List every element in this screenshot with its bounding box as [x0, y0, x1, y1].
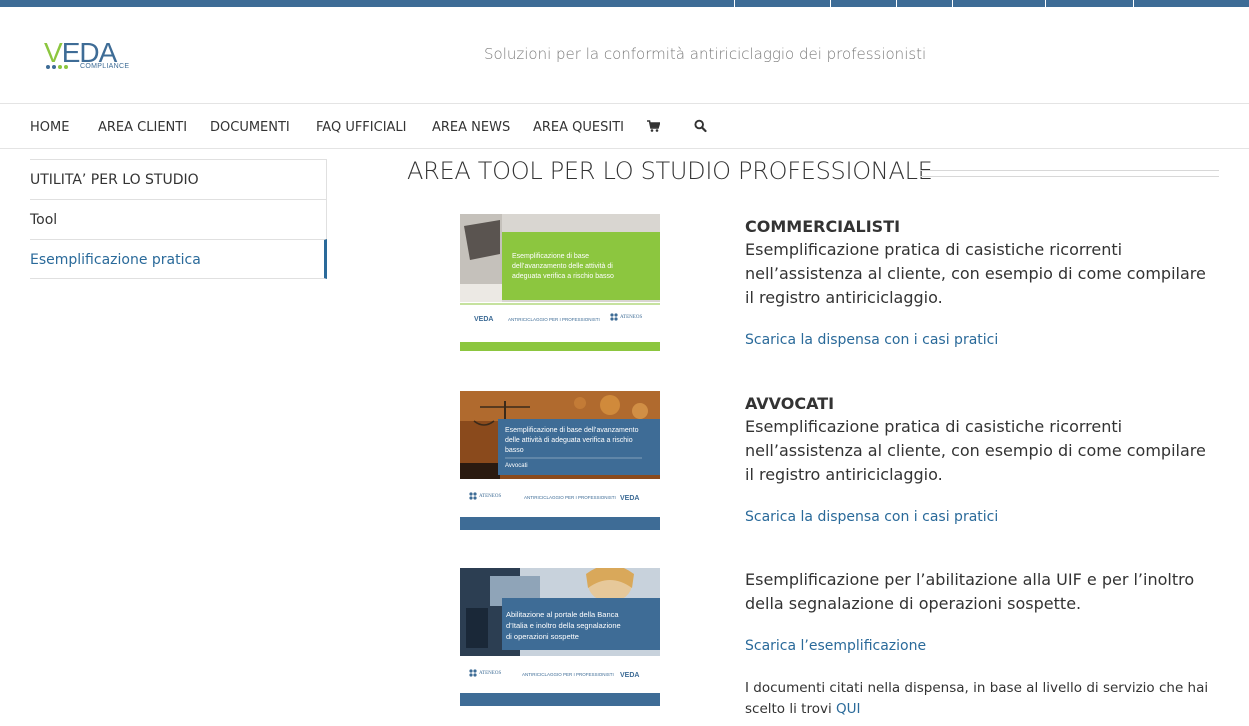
main-nav: HOME AREA CLIENTI DOCUMENTI FAQ UFFICIAL…	[0, 105, 1249, 149]
thumb-text-line: basso	[505, 447, 524, 454]
svg-text:ANTIRICICLAGGIO PER I PROFESSI: ANTIRICICLAGGIO PER I PROFESSIONISTI	[524, 495, 616, 500]
thumbnail-uif[interactable]: Abilitazione al portale della Banca d’It…	[460, 568, 660, 706]
svg-text:ANTIRICICLAGGIO PER I PROFESSI: ANTIRICICLAGGIO PER I PROFESSIONISTI	[508, 317, 600, 322]
card-title-commercialisti: COMMERCIALISTI	[745, 217, 901, 236]
nav-area-clienti[interactable]: AREA CLIENTI	[98, 120, 187, 135]
thumb-text-line: dell’avanzamento delle attività di	[512, 263, 613, 270]
veda-logo[interactable]: VEDA COMPLIANCE	[44, 39, 134, 75]
search-icon[interactable]	[694, 118, 707, 137]
thumb-text-line: adeguata verifica a rischio basso	[512, 273, 614, 280]
top-bar-divider	[830, 0, 831, 7]
thumb-text-line: delle attività di adeguata verifica a ri…	[505, 437, 633, 444]
nav-area-quesiti[interactable]: AREA QUESITI	[533, 120, 624, 135]
svg-text:ATENEOS: ATENEOS	[479, 494, 501, 499]
page-title: AREA TOOL PER LO STUDIO PROFESSIONALE	[407, 157, 933, 185]
download-link-uif[interactable]: Scarica l’esemplificazione	[745, 638, 926, 654]
thumbnail-avvocati[interactable]: Esemplificazione di base dell’avanzament…	[460, 391, 660, 530]
nav-faq-ufficiali[interactable]: FAQ UFFICIALI	[316, 120, 407, 135]
svg-text:ATENEOS: ATENEOS	[479, 671, 501, 676]
card-desc-uif: Esemplificazione per l’abilitazione alla…	[745, 570, 1195, 613]
thumb-text-line: Esemplificazione di base	[512, 253, 589, 260]
top-bar-divider	[1133, 0, 1134, 7]
shopping-cart-icon[interactable]	[647, 118, 661, 137]
svg-text:ANTIRICICLAGGIO PER I PROFESSI: ANTIRICICLAGGIO PER I PROFESSIONISTI	[522, 672, 614, 677]
documents-note-text: I documenti citati nella dispensa, in ba…	[745, 680, 1209, 717]
card-desc-commercialisti: Esemplificazione pratica di casistiche r…	[745, 240, 1206, 307]
download-link-commercialisti[interactable]: Scarica la dispensa con i casi pratici	[745, 332, 998, 348]
logo-subtitle: COMPLIANCE	[80, 63, 130, 70]
nav-documenti[interactable]: DOCUMENTI	[210, 120, 290, 135]
logo-dots	[46, 65, 68, 69]
sidebar-item-tool[interactable]: Tool	[30, 199, 327, 239]
top-bar-divider	[896, 0, 897, 7]
svg-text:VEDA: VEDA	[620, 672, 639, 679]
thumb-text-line: Abilitazione al portale della Banca	[506, 610, 619, 619]
documents-note-link[interactable]: QUI	[836, 701, 861, 717]
sidebar-item-esemplificazione[interactable]: Esemplificazione pratica	[30, 239, 327, 279]
nav-area-news[interactable]: AREA NEWS	[432, 120, 510, 135]
site-tagline: Soluzioni per la conformità antiriciclag…	[484, 45, 927, 63]
svg-text:ATENEOS: ATENEOS	[620, 315, 642, 320]
svg-text:Avvocati: Avvocati	[505, 463, 528, 469]
svg-text:VEDA: VEDA	[620, 495, 639, 502]
top-bar	[0, 0, 1249, 7]
top-bar-divider	[1045, 0, 1046, 7]
title-divider	[920, 170, 1219, 177]
card-desc-avvocati: Esemplificazione pratica di casistiche r…	[745, 417, 1206, 484]
nav-home[interactable]: HOME	[30, 120, 69, 135]
download-link-avvocati[interactable]: Scarica la dispensa con i casi pratici	[745, 509, 998, 525]
documents-note: I documenti citati nella dispensa, in ba…	[745, 678, 1215, 720]
site-header: VEDA COMPLIANCE Soluzioni per la conform…	[0, 7, 1249, 104]
thumb-text-line: d’Italia e inoltro della segnalazione	[506, 621, 621, 630]
top-bar-divider	[952, 0, 953, 7]
card-title-avvocati: AVVOCATI	[745, 394, 835, 413]
top-bar-divider	[734, 0, 735, 7]
thumb-text-line: di operazioni sospette	[506, 632, 579, 641]
thumbnail-commercialisti[interactable]: Esemplificazione di base dell’avanzament…	[460, 214, 660, 351]
sidebar-item-utilita[interactable]: UTILITA’ PER LO STUDIO	[30, 159, 327, 199]
thumb-text-line: Esemplificazione di base dell’avanzament…	[505, 427, 639, 434]
sidebar-menu: UTILITA’ PER LO STUDIO Tool Esemplificaz…	[30, 159, 327, 279]
svg-text:VEDA: VEDA	[474, 316, 493, 323]
